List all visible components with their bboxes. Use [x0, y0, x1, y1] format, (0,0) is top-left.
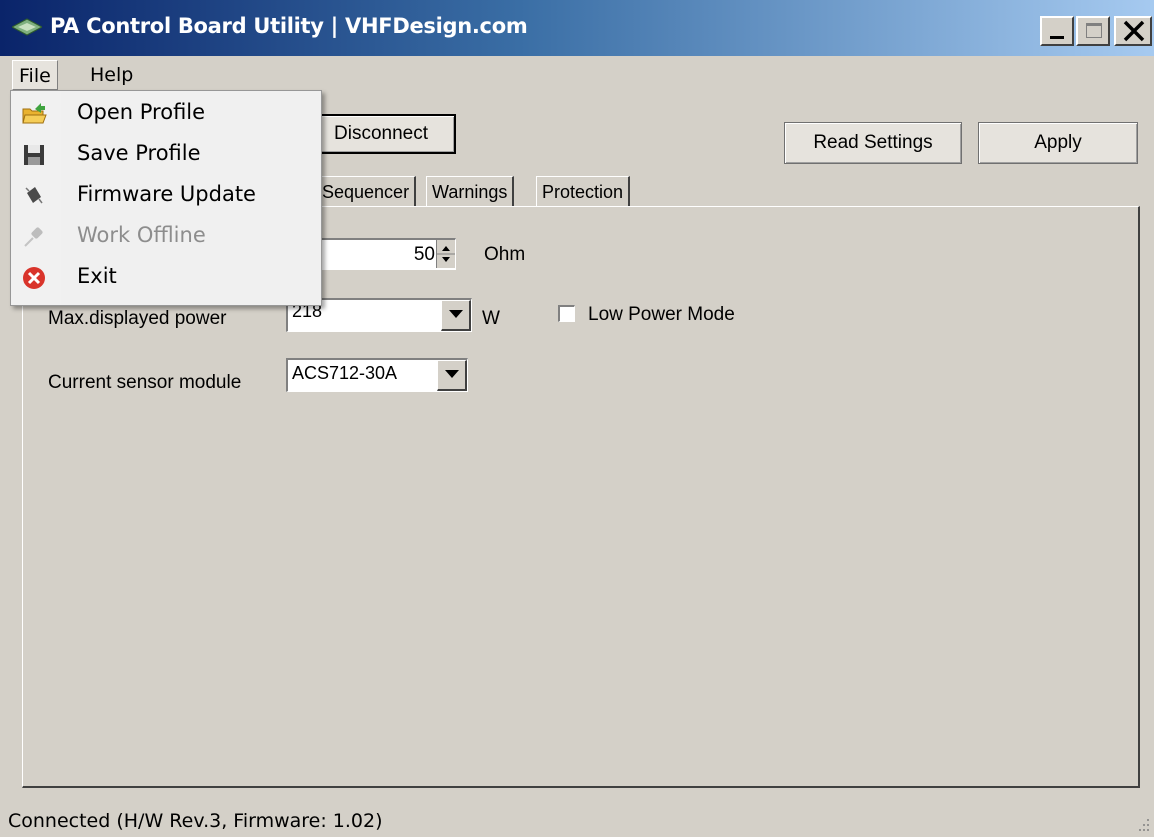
menu-item-label: Save Profile: [77, 141, 201, 165]
menu-item-firmware-update[interactable]: Firmware Update: [11, 175, 319, 216]
open-folder-icon: [21, 101, 47, 127]
maximize-icon: [1086, 23, 1102, 38]
status-bar: Connected (H/W Rev.3, Firmware: 1.02): [0, 802, 1154, 836]
title-bar[interactable]: PA Control Board Utility | VHFDesign.com: [0, 0, 1154, 56]
menu-item-label: Open Profile: [77, 100, 206, 124]
low-power-mode-checkbox[interactable]: [558, 305, 575, 322]
menu-item-work-offline: Work Offline: [11, 216, 319, 257]
menu-item-save-profile[interactable]: Save Profile: [11, 134, 319, 175]
max-power-label: Max.displayed power: [48, 308, 227, 329]
minimize-icon: [1050, 36, 1064, 39]
main-window: PA Control Board Utility | VHFDesign.com…: [0, 0, 1154, 836]
app-logo-icon: [10, 18, 44, 41]
low-power-mode-label: Low Power Mode: [588, 304, 735, 325]
current-sensor-select[interactable]: ACS712-30A: [286, 358, 468, 392]
close-icon: [1122, 19, 1146, 48]
current-sensor-label: Current sensor module: [48, 372, 242, 393]
current-sensor-value: ACS712-30A: [292, 363, 398, 383]
tab-warnings[interactable]: Warnings: [426, 176, 515, 206]
maximize-button[interactable]: [1076, 16, 1110, 46]
impedance-unit: Ohm: [484, 244, 526, 265]
menu-file[interactable]: File: [12, 60, 58, 90]
minimize-button[interactable]: [1040, 16, 1074, 46]
chevron-down-icon: [449, 310, 463, 318]
menu-item-exit[interactable]: Exit: [11, 257, 319, 298]
impedance-value: 50: [413, 244, 435, 265]
chip-icon: [21, 183, 47, 209]
close-button[interactable]: [1114, 16, 1152, 46]
window-title: PA Control Board Utility | VHFDesign.com: [50, 14, 528, 38]
disconnect-button[interactable]: Disconnect: [306, 114, 456, 154]
chevron-down-icon: [445, 370, 459, 378]
tab-sequencer[interactable]: Sequencer: [316, 176, 417, 206]
read-settings-button[interactable]: Read Settings: [784, 122, 962, 164]
resize-grip-icon[interactable]: [1136, 816, 1150, 837]
max-power-dropdown-button[interactable]: [441, 300, 471, 331]
floppy-disk-icon: [21, 142, 47, 168]
tab-protection[interactable]: Protection: [536, 176, 631, 206]
file-menu-dropdown: Open Profile Save Profile Firmware Updat…: [10, 90, 322, 306]
menu-item-open-profile[interactable]: Open Profile: [11, 93, 319, 134]
max-power-unit: W: [482, 308, 500, 329]
current-sensor-dropdown-button[interactable]: [437, 360, 467, 391]
plug-icon: [21, 224, 47, 250]
exit-icon: [21, 265, 47, 291]
menu-item-label: Exit: [77, 264, 117, 288]
menu-item-label: Work Offline: [77, 223, 206, 247]
menu-item-label: Firmware Update: [77, 182, 256, 206]
apply-button[interactable]: Apply: [978, 122, 1138, 164]
menu-help[interactable]: Help: [84, 60, 139, 90]
menu-bar: File Help: [0, 56, 1154, 92]
spinner-arrows-icon[interactable]: [436, 240, 455, 268]
status-text: Connected (H/W Rev.3, Firmware: 1.02): [8, 810, 383, 832]
